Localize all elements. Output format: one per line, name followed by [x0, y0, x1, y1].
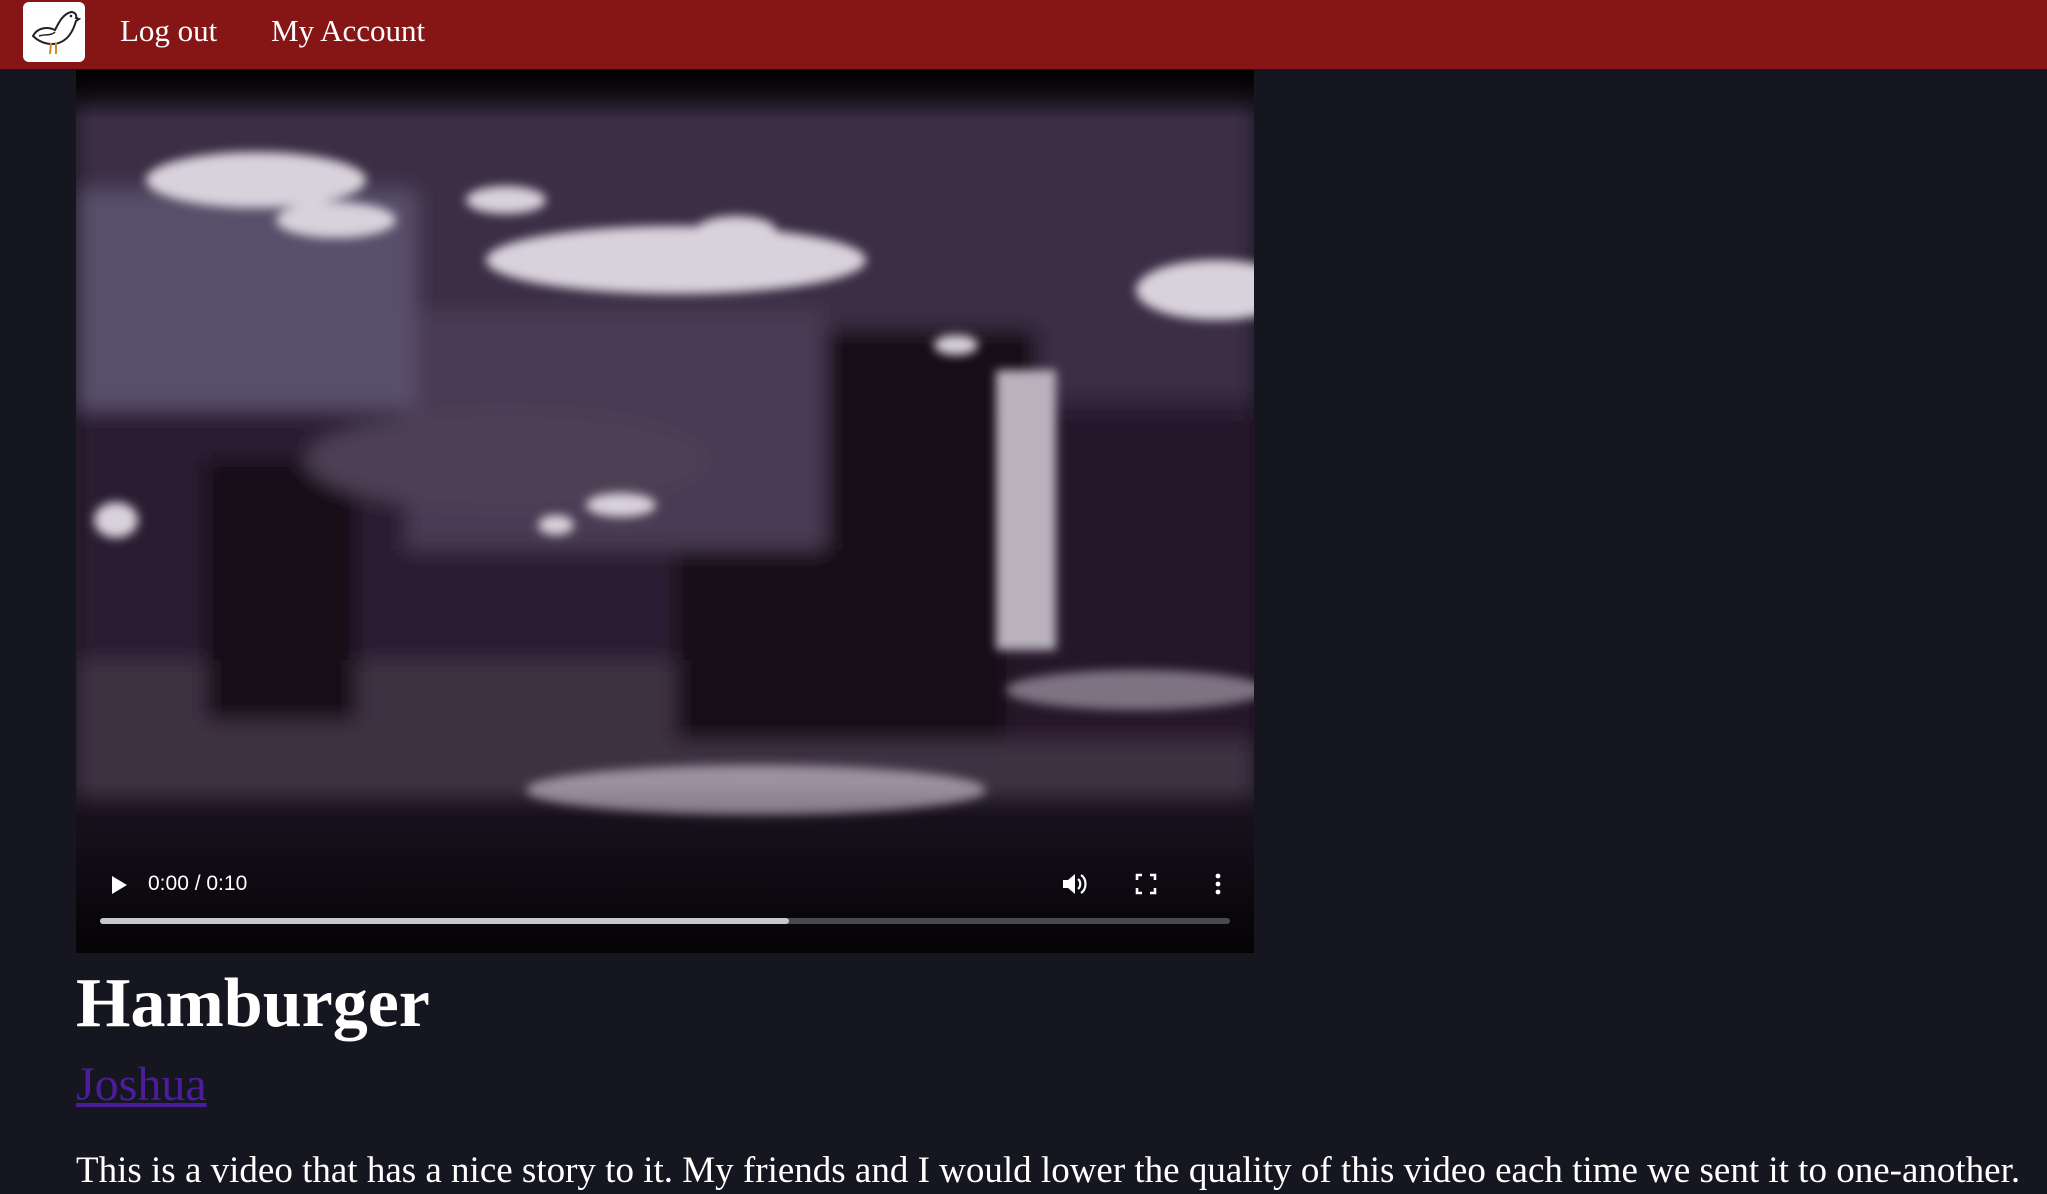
fullscreen-icon[interactable]	[1128, 866, 1164, 902]
video-title: Hamburger	[76, 965, 430, 1042]
top-navigation-bar: Log out My Account	[0, 0, 2047, 69]
play-icon[interactable]	[100, 867, 136, 903]
volume-icon[interactable]	[1056, 866, 1092, 902]
video-player[interactable]: 0:00 / 0:10	[76, 70, 1254, 953]
video-description: This is a video that has a nice story to…	[76, 1150, 2021, 1191]
logout-link[interactable]: Log out	[120, 10, 217, 52]
bird-logo-icon[interactable]	[23, 2, 85, 62]
my-account-link[interactable]: My Account	[271, 10, 425, 52]
progress-buffered	[100, 918, 790, 924]
video-progress-bar[interactable]	[100, 918, 1230, 924]
more-options-icon[interactable]	[1200, 866, 1236, 902]
time-display: 0:00 / 0:10	[148, 872, 248, 895]
author-link[interactable]: Joshua	[76, 1055, 207, 1115]
